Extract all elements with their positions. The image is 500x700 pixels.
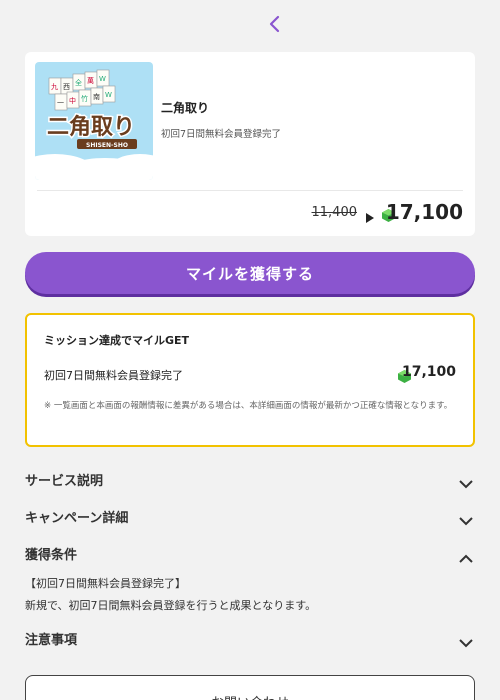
- mission-note: ※ 一覧画面と本画面の報酬情報に差異がある場合は、本詳細画面の情報が最新かつ正確…: [44, 401, 453, 411]
- svg-text:全: 全: [75, 78, 82, 87]
- svg-text:一: 一: [57, 99, 64, 107]
- section-conditions[interactable]: 獲得条件: [25, 544, 475, 566]
- svg-text:西: 西: [63, 83, 70, 91]
- section-service[interactable]: サービス説明: [25, 470, 475, 492]
- section-label: サービス説明: [25, 474, 104, 489]
- mission-item-label: 初回7日間無料会員登録完了: [44, 369, 183, 382]
- svg-text:中: 中: [69, 96, 76, 105]
- chevron-down-icon: [459, 474, 473, 493]
- triangle-right-icon: [366, 208, 374, 227]
- section-label: 獲得条件: [25, 548, 78, 563]
- section-label: キャンペーン詳細: [25, 511, 129, 526]
- offer-card[interactable]: 九西全 萬W 一中竹 南W 二角取り SHISEN-SHO 二角取り 初回7日間…: [25, 52, 475, 236]
- thumb-logo-text: 二角取り: [47, 114, 135, 140]
- svg-text:九: 九: [51, 82, 58, 91]
- svg-text:W: W: [99, 75, 106, 83]
- section-notes[interactable]: 注意事項: [25, 629, 475, 651]
- svg-text:南: 南: [93, 92, 100, 101]
- chevron-down-icon: [459, 511, 473, 530]
- section-campaign[interactable]: キャンペーン詳細: [25, 507, 475, 529]
- conditions-heading: 【初回7日間無料会員登録完了】: [25, 577, 186, 590]
- conditions-text: 新規で、初回7日間無料会員登録を行うと成果となります。: [25, 599, 317, 612]
- new-points: 17,100: [385, 200, 463, 224]
- mission-item-points: 17,100: [401, 364, 456, 380]
- mission-box: ミッション達成でマイルGET 初回7日間無料会員登録完了 17,100 ※ 一覧…: [25, 313, 475, 447]
- get-miles-button[interactable]: マイルを獲得する: [25, 252, 475, 294]
- offer-title: 二角取り: [161, 101, 210, 115]
- chevron-up-icon: [459, 548, 473, 567]
- back-chevron-icon[interactable]: [262, 10, 286, 38]
- chevron-down-icon: [459, 633, 473, 652]
- old-points: 11,400: [311, 205, 358, 220]
- offer-thumbnail: 九西全 萬W 一中竹 南W 二角取り SHISEN-SHO: [35, 62, 153, 180]
- card-divider: [37, 190, 463, 191]
- svg-text:W: W: [105, 91, 112, 99]
- section-label: 注意事項: [25, 633, 78, 648]
- svg-text:萬: 萬: [87, 76, 94, 85]
- contact-button[interactable]: お問い合わせ: [25, 675, 475, 700]
- thumb-logo-subtext: SHISEN-SHO: [86, 142, 128, 149]
- svg-text:竹: 竹: [81, 94, 88, 103]
- mission-title: ミッション達成でマイルGET: [44, 334, 190, 347]
- offer-subtitle: 初回7日間無料会員登録完了: [161, 129, 282, 140]
